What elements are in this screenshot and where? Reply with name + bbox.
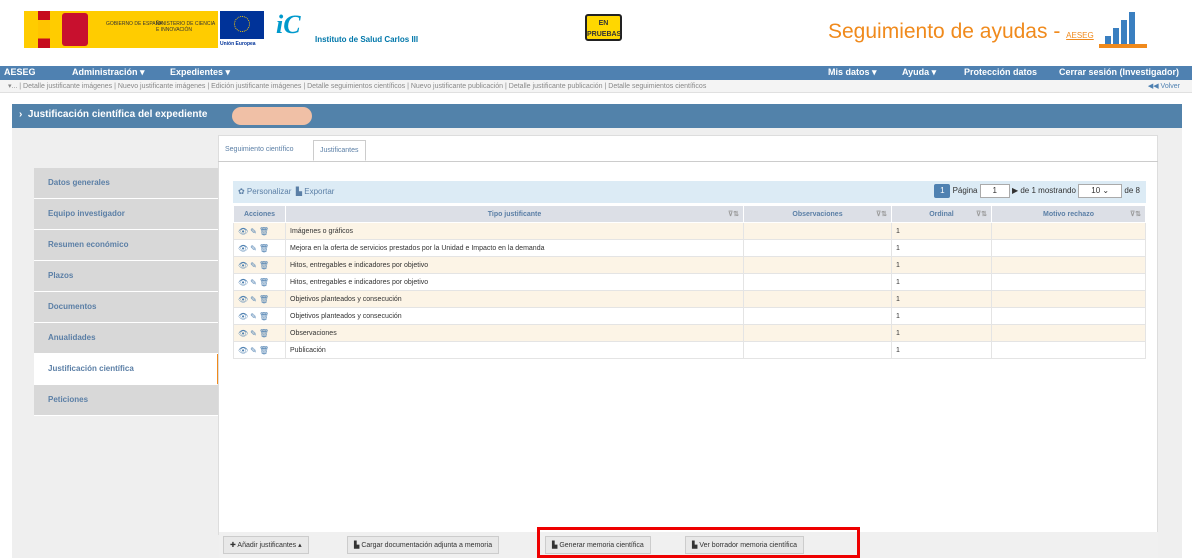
chevron-down-icon: ⌄ <box>1102 186 1110 195</box>
filter-sort-icon: ⊽⇅ <box>1130 211 1141 218</box>
sidebar-item-resumen[interactable]: Resumen económico <box>34 230 220 261</box>
filter-sort-icon: ⊽⇅ <box>728 211 739 218</box>
row-actions[interactable]: 👁✎🗑 <box>233 273 286 291</box>
sidebar-item-anualidades[interactable]: Anualidades <box>34 323 220 354</box>
table-row[interactable]: 👁✎🗑 Objetivos planteados y consecución 1 <box>233 307 1146 325</box>
grid-toolbar: ✿ Personalizar ▙ Exportar 1 Página 1 ▶ d… <box>233 181 1146 203</box>
col-acciones[interactable]: Acciones <box>233 205 286 223</box>
col-tipo[interactable]: Tipo justificante ⊽⇅ <box>285 205 744 223</box>
row-actions[interactable]: 👁✎🗑 <box>233 239 286 257</box>
sidebar: Datos generales Equipo investigador Resu… <box>34 168 220 416</box>
anadir-justificantes-button[interactable]: ✚ Añadir justificantes ▴ <box>223 536 309 554</box>
breadcrumb[interactable]: ▾... | Detalle justificante imágenes | N… <box>0 80 1192 93</box>
table-row[interactable]: 👁✎🗑 Hitos, entregables e indicadores por … <box>233 273 1146 291</box>
table-row[interactable]: 👁✎🗑 Objetivos planteados y consecución 1 <box>233 290 1146 308</box>
brand-chart-icon <box>1099 10 1147 48</box>
section-header[interactable]: › Justificación científica del expedient… <box>12 104 1182 128</box>
nav-proteccion-datos[interactable]: Protección datos <box>964 67 1037 77</box>
table-row[interactable]: 👁✎🗑 Observaciones 1 <box>233 324 1146 342</box>
coat-of-arms-icon <box>62 13 88 46</box>
row-actions[interactable]: 👁✎🗑 <box>233 290 286 308</box>
pager: 1 Página 1 ▶ de 1 mostrando 10 ⌄ de 8 <box>934 184 1140 198</box>
document-icon: ▙ <box>354 542 360 549</box>
volver-link[interactable]: ◀◀ Volver <box>1148 82 1180 90</box>
top-nav: AESEG Administración ▾ Expedientes ▾ Mis… <box>0 66 1192 80</box>
next-page-icon[interactable]: ▶ <box>1012 186 1018 195</box>
page-input[interactable]: 1 <box>979 184 1010 198</box>
section-title: › Justificación científica del expedient… <box>19 109 208 120</box>
nav-mis-datos[interactable]: Mis datos ▾ <box>828 67 877 78</box>
spain-flag-icon <box>38 11 50 48</box>
sidebar-item-justificacion[interactable]: Justificación científica <box>34 354 220 385</box>
nav-cerrar-sesion[interactable]: Cerrar sesión (Investigador) <box>1059 67 1179 77</box>
eu-logo: Unión Europea <box>220 11 264 48</box>
government-logo: GOBIERNO DE ESPAÑA MINISTERIO DE CIENCIA… <box>24 11 218 48</box>
per-page-select[interactable]: 10 ⌄ <box>1078 184 1123 198</box>
test-env-badge: EN PRUEBAS <box>585 14 622 41</box>
col-observaciones[interactable]: Observaciones ⊽⇅ <box>743 205 892 223</box>
table-row[interactable]: 👁✎🗑 Imágenes o gráficos 1 <box>233 222 1146 240</box>
isciii-logo: iC Instituto de Salud Carlos III <box>276 10 419 44</box>
sidebar-item-documentos[interactable]: Documentos <box>34 292 220 323</box>
gov-label: GOBIERNO DE ESPAÑA <box>106 21 163 27</box>
redacted-expediente <box>232 107 312 125</box>
tab-divider <box>218 161 1158 162</box>
highlight-box <box>537 527 860 558</box>
filter-sort-icon: ⊽⇅ <box>876 211 887 218</box>
row-actions[interactable]: 👁✎🗑 <box>233 341 286 359</box>
ministry-label: MINISTERIO DE CIENCIA E INNOVACIÓN <box>156 21 215 33</box>
row-actions[interactable]: 👁✎🗑 <box>233 222 286 240</box>
eu-flag-icon <box>220 11 264 39</box>
header: GOBIERNO DE ESPAÑA MINISTERIO DE CIENCIA… <box>0 0 1192 66</box>
sidebar-item-equipo[interactable]: Equipo investigador <box>34 199 220 230</box>
tab-seguimiento[interactable]: Seguimiento científico <box>219 140 299 161</box>
nav-expedientes[interactable]: Expedientes ▾ <box>170 67 230 78</box>
sidebar-item-datos-generales[interactable]: Datos generales <box>34 168 220 199</box>
personalizar-button[interactable]: ✿ Personalizar ▙ Exportar <box>238 187 334 196</box>
nav-ayuda[interactable]: Ayuda ▾ <box>902 67 936 78</box>
table-row[interactable]: 👁✎🗑 Publicación 1 <box>233 341 1146 359</box>
table-row[interactable]: 👁✎🗑 Hitos, entregables e indicadores por … <box>233 256 1146 274</box>
row-actions[interactable]: 👁✎🗑 <box>233 324 286 342</box>
filter-sort-icon: ⊽⇅ <box>976 211 987 218</box>
nav-administracion[interactable]: Administración ▾ <box>72 67 145 78</box>
page-badge: 1 <box>934 184 951 198</box>
nav-aeseg[interactable]: AESEG <box>4 67 36 77</box>
row-actions[interactable]: 👁✎🗑 <box>233 256 286 274</box>
col-motivo[interactable]: Motivo rechazo ⊽⇅ <box>991 205 1146 223</box>
col-ordinal[interactable]: Ordinal ⊽⇅ <box>891 205 992 223</box>
app-brand: Seguimiento de ayudas - AESEG <box>828 20 1094 43</box>
sidebar-item-peticiones[interactable]: Peticiones <box>34 385 220 416</box>
export-icon: ▙ <box>295 187 302 196</box>
chevron-right-icon: › <box>19 109 23 120</box>
justificantes-table: Acciones Tipo justificante ⊽⇅ Observacion… <box>233 205 1146 359</box>
sidebar-item-plazos[interactable]: Plazos <box>34 261 220 292</box>
table-row[interactable]: 👁✎🗑 Mejora en la oferta de servicios pres… <box>233 239 1146 257</box>
tab-justificantes[interactable]: Justificantes <box>313 140 366 161</box>
row-actions[interactable]: 👁✎🗑 <box>233 307 286 325</box>
cargar-documentacion-button[interactable]: ▙ Cargar documentación adjunta a memoria <box>347 536 500 554</box>
